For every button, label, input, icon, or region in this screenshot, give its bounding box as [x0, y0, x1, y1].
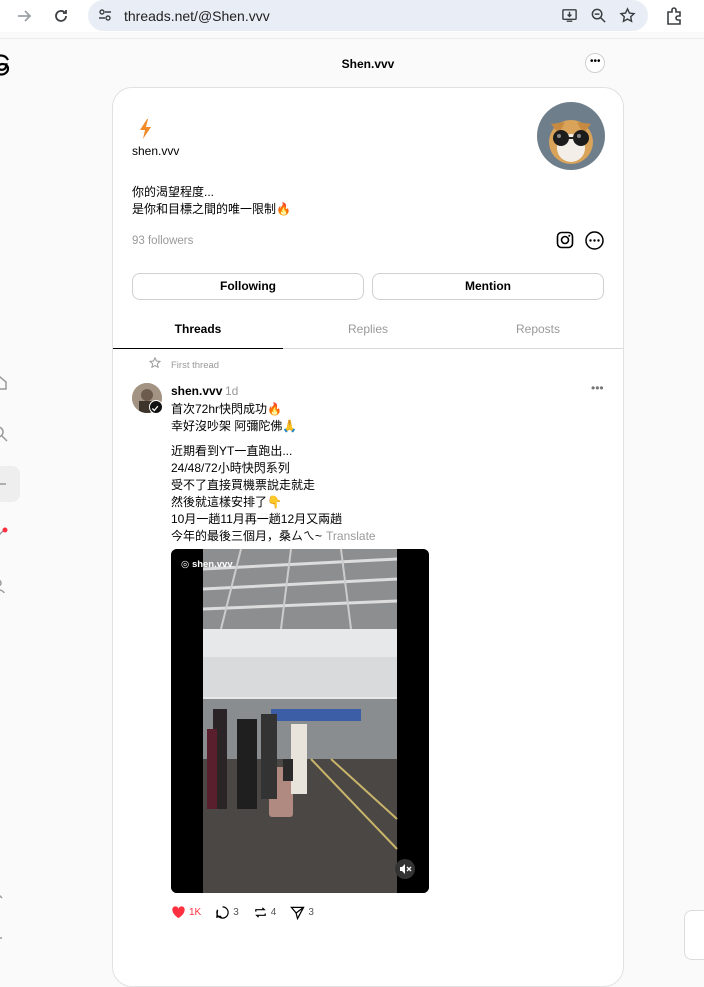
create-icon[interactable]	[0, 476, 8, 492]
post-timestamp[interactable]: 1d	[225, 384, 238, 398]
speaker-muted-icon	[400, 864, 412, 874]
share-button[interactable]: 3	[290, 905, 314, 920]
profile-tabs: Threads Replies Reposts	[113, 316, 623, 349]
site-info-icon[interactable]	[97, 7, 113, 23]
url-text: threads.net/@Shen.vvv	[124, 8, 270, 24]
reload-icon[interactable]	[51, 6, 71, 26]
post-line: 24/48/72小時快閃系列	[171, 461, 290, 475]
post-line: 10月一趟11月再一趟12月又兩趟	[171, 512, 343, 526]
mention-button[interactable]: Mention	[372, 273, 604, 300]
post-actions: 1K 3 4 3	[171, 905, 328, 920]
post-line: 幸好沒吵架 阿彌陀佛🙏	[171, 419, 298, 433]
floating-panel[interactable]	[684, 910, 704, 960]
post-video[interactable]: ◎ shen.vvv	[171, 549, 429, 893]
pinned-star-icon	[149, 357, 161, 369]
profile-avatar[interactable]	[537, 102, 605, 170]
pin-icon[interactable]	[0, 888, 8, 904]
video-frame	[171, 549, 429, 893]
extensions-icon[interactable]	[664, 6, 684, 26]
followers-count[interactable]: 93 followers	[132, 235, 193, 247]
bolt-emoji-icon	[140, 119, 151, 139]
tab-replies[interactable]: Replies	[283, 322, 453, 336]
profile-username: shen.vvv	[132, 144, 180, 158]
post-username[interactable]: shen.vvv	[171, 384, 222, 398]
like-button[interactable]: 1K	[171, 905, 201, 920]
install-app-icon[interactable]	[561, 7, 578, 24]
repost-count: 4	[270, 907, 277, 918]
repost-icon	[255, 907, 266, 918]
comment-icon	[216, 906, 229, 919]
like-count: 1K	[189, 907, 202, 918]
post-more-icon[interactable]: •••	[591, 381, 604, 395]
repost-button[interactable]: 4	[253, 905, 277, 920]
pinned-label: First thread	[171, 360, 220, 371]
browser-toolbar: threads.net/@Shen.vvv	[0, 0, 704, 32]
post-line: 受不了直接買機票說走就走	[171, 478, 316, 492]
tab-active-indicator	[113, 348, 283, 349]
profile-card: shen.vvv 你的渴望程度... 是你和目標之間的唯一限制🔥 93 foll…	[112, 87, 624, 987]
heart-icon	[172, 906, 185, 919]
profile-more-icon[interactable]	[585, 231, 604, 250]
bio-line: 是你和目標之間的唯一限制🔥	[132, 202, 291, 216]
share-count: 3	[308, 907, 314, 918]
search-icon[interactable]	[0, 426, 8, 442]
post-line: 今年的最後三個月，桑ㄙㄟ~	[171, 529, 323, 543]
instagram-icon[interactable]	[556, 231, 574, 249]
bookmark-star-icon[interactable]	[619, 7, 636, 24]
profile-icon[interactable]	[0, 578, 8, 594]
more-dots-icon: •••	[590, 56, 601, 67]
address-bar[interactable]: threads.net/@Shen.vvv	[88, 0, 648, 31]
tab-reposts[interactable]: Reposts	[453, 322, 623, 336]
header-more-button[interactable]: •••	[585, 53, 605, 73]
reply-count: 3	[233, 907, 239, 918]
bio-line: 你的渴望程度...	[132, 185, 215, 199]
translate-link[interactable]: Translate	[326, 529, 376, 543]
activity-heart-icon[interactable]	[0, 526, 8, 542]
mute-button[interactable]	[395, 859, 415, 879]
instagram-small-icon: ◎	[181, 559, 192, 570]
post-text: 首次72hr快閃成功🔥 幸好沒吵架 阿彌陀佛🙏 近期看到YT一直跑出... 24…	[171, 401, 601, 545]
post-line: 首次72hr快閃成功🔥	[171, 402, 282, 416]
profile-bio: 你的渴望程度... 是你和目標之間的唯一限制🔥	[132, 184, 291, 218]
verified-check-icon	[149, 400, 163, 414]
forward-icon[interactable]	[14, 6, 34, 26]
send-icon	[290, 906, 305, 920]
home-icon[interactable]	[0, 375, 8, 391]
following-button[interactable]: Following	[132, 273, 364, 300]
menu-icon[interactable]	[0, 934, 8, 950]
reply-button[interactable]: 3	[215, 905, 239, 920]
browser-divider	[0, 38, 704, 39]
video-watermark: ◎ shen.vvv	[181, 559, 233, 570]
zoom-icon[interactable]	[590, 7, 607, 24]
tab-threads[interactable]: Threads	[113, 322, 283, 336]
post-line: 然後就這樣安排了👇	[171, 495, 282, 509]
post-line: 近期看到YT一直跑出...	[171, 444, 293, 458]
